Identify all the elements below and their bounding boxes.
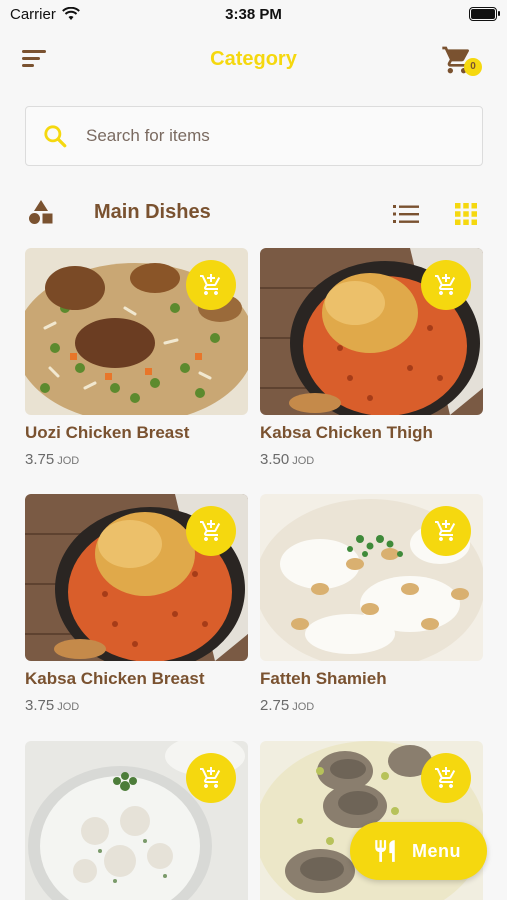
product-image (260, 248, 483, 415)
wifi-icon (61, 7, 80, 20)
add-to-cart-button[interactable] (421, 260, 471, 310)
category-shapes-icon (29, 200, 53, 224)
product-image (25, 494, 248, 661)
grid-view-icon[interactable] (454, 202, 478, 226)
menu-button-label: Menu (412, 840, 461, 861)
add-to-cart-icon (200, 274, 221, 295)
app-header: Category 0 (0, 40, 507, 80)
add-to-cart-button[interactable] (421, 506, 471, 556)
add-to-cart-button[interactable] (186, 753, 236, 803)
product-price: 3.75 JOD (25, 697, 80, 714)
add-to-cart-icon (435, 274, 456, 295)
fork-knife-icon (375, 840, 395, 862)
menu-button[interactable]: Menu (350, 822, 487, 880)
add-to-cart-icon (435, 767, 456, 788)
product-card[interactable] (25, 741, 248, 900)
product-card[interactable]: Kabsa Chicken Breast 3.75 JOD (25, 494, 248, 714)
cart-button[interactable]: 0 (441, 44, 482, 76)
page-title: Category (210, 48, 297, 70)
product-card[interactable]: Uozi Chicken Breast 3.75 JOD (25, 248, 248, 468)
status-bar: Carrier 3:38 PM (0, 0, 507, 28)
product-image (25, 248, 248, 415)
add-to-cart-icon (200, 520, 221, 541)
product-image (260, 494, 483, 661)
battery-icon (469, 7, 500, 21)
section-title: Main Dishes (94, 201, 211, 223)
product-card[interactable]: Fatteh Shamieh 2.75 JOD (260, 494, 483, 714)
product-price: 3.50 JOD (260, 451, 315, 468)
carrier-label: Carrier (10, 5, 56, 23)
status-left: Carrier (10, 6, 80, 23)
search-icon (44, 125, 67, 148)
add-to-cart-icon (200, 767, 221, 788)
product-image (25, 741, 248, 900)
add-to-cart-icon (435, 520, 456, 541)
product-card[interactable]: Kabsa Chicken Thigh 3.50 JOD (260, 248, 483, 468)
product-name: Fatteh Shamieh (260, 669, 387, 688)
section-header: Main Dishes (0, 195, 507, 235)
product-price: 3.75 JOD (25, 451, 80, 468)
search-input[interactable] (86, 126, 446, 146)
cart-count-badge: 0 (464, 58, 482, 76)
add-to-cart-button[interactable] (421, 753, 471, 803)
list-view-icon[interactable] (393, 203, 419, 225)
product-name: Kabsa Chicken Breast (25, 669, 205, 688)
product-name: Kabsa Chicken Thigh (260, 423, 433, 442)
add-to-cart-button[interactable] (186, 506, 236, 556)
add-to-cart-button[interactable] (186, 260, 236, 310)
product-price: 2.75 JOD (260, 697, 315, 714)
search-bar (25, 106, 483, 166)
product-name: Uozi Chicken Breast (25, 423, 190, 442)
